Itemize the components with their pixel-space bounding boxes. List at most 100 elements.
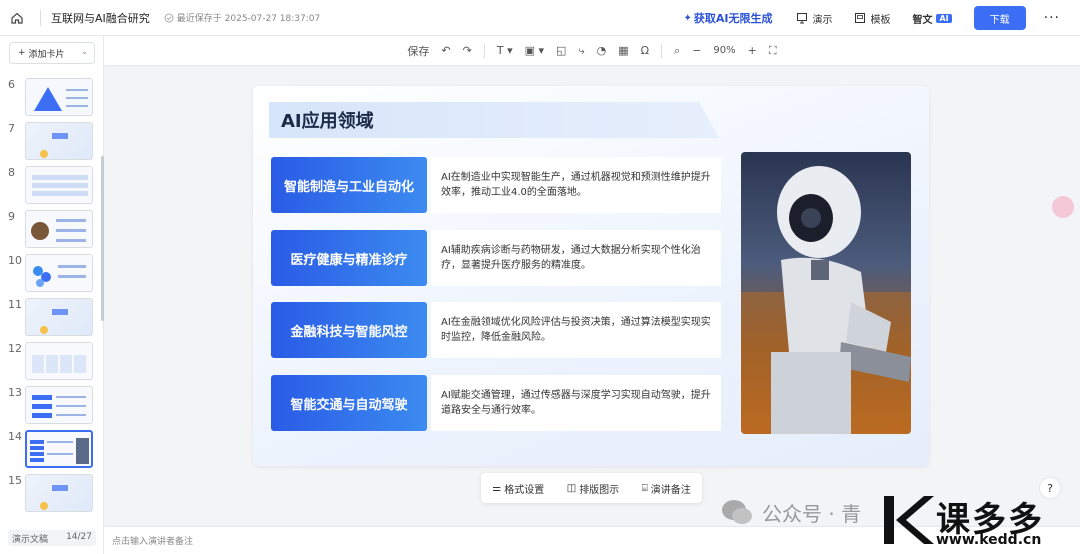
chart-tool-icon[interactable]: ◔ (597, 44, 607, 57)
notes-icon: ⌸ (641, 482, 648, 494)
slide-thumbnail[interactable]: 13 (0, 386, 100, 426)
field-description[interactable]: AI辅助疾病诊断与药物研发，通过大数据分析实现个性化治疗，显著提升医疗服务的精准… (431, 230, 721, 286)
thumbnail-image (25, 166, 93, 204)
thumbnail-image (25, 210, 93, 248)
slide-thumbnail[interactable]: 7 (0, 122, 100, 162)
slide-canvas[interactable]: AI应用领域 智能制造与工业自动化 AI在制造业中实现智能生产，通过机器视觉和预… (253, 86, 929, 466)
thumbnail-image (25, 474, 93, 512)
fit-screen-icon[interactable]: ⛶ (769, 44, 777, 58)
divider (483, 43, 485, 58)
assistant-float-icon[interactable] (1052, 196, 1074, 218)
slide-thumbnail[interactable]: 9 (0, 210, 100, 250)
slide-action-bar: ⚌ 格式设置 ◫ 排版图示 ⌸ 演讲备注 (481, 473, 702, 503)
layout-icon: ◫ (566, 482, 577, 494)
divider (661, 43, 663, 58)
slide-number: 6 (8, 78, 15, 91)
templates-button[interactable]: 模板 (854, 11, 890, 26)
field-label-box[interactable]: 智能交通与自动驾驶 (271, 375, 427, 431)
format-settings-button[interactable]: ⚌ 格式设置 (492, 481, 544, 496)
slide-number: 10 (8, 254, 22, 267)
image-tool-icon[interactable]: ▣ ▾ (525, 44, 544, 57)
template-icon (855, 13, 866, 23)
layout-diagram-label: 排版图示 (579, 484, 620, 496)
ai-generate-label: 获取AI无限生成 (693, 12, 773, 25)
download-button[interactable]: 下载 (973, 6, 1026, 30)
field-description[interactable]: AI在制造业中实现智能生产，通过机器视觉和预测性维护提升效率，推动工业4.0的全… (431, 157, 721, 213)
ai-generate-button[interactable]: ✦ 获取AI无限生成 (683, 10, 772, 26)
sparkle-icon: ✦ (683, 12, 692, 24)
slide-number: 13 (8, 386, 22, 399)
undo-icon[interactable]: ↶ (441, 44, 450, 57)
slide-thumbnail[interactable]: 12 (0, 342, 100, 382)
watermark-text: 公众号 · 青 (762, 501, 862, 526)
wechat-icon (722, 500, 752, 524)
save-status: 最近保存于 2025-07-27 18:37:07 (164, 11, 320, 24)
slide-thumbnail-active[interactable]: 14 (0, 430, 100, 470)
slide-number: 9 (8, 210, 15, 223)
save-button[interactable]: 保存 (407, 43, 429, 59)
field-label-box[interactable]: 医疗健康与精准诊疗 (271, 230, 427, 286)
field-label-box[interactable]: 金融科技与智能风控 (271, 302, 427, 358)
plus-icon: + (18, 48, 26, 58)
brand-logo: 课多多 www.kedd.cn (880, 492, 1076, 550)
check-circle-icon (164, 13, 174, 22)
field-label-box[interactable]: 智能制造与工业自动化 (271, 157, 427, 213)
slide-number: 7 (8, 122, 15, 135)
table-tool-icon[interactable]: ▦ (618, 44, 628, 57)
slide-thumbnail[interactable]: 10 (0, 254, 100, 294)
slide-number: 14 (8, 430, 22, 443)
connector-tool-icon[interactable]: ⤷ (578, 44, 584, 58)
topbar-actions: ✦ 获取AI无限生成 演示 模板 智文 AI 下载 ··· (683, 0, 1080, 36)
field-description-text: AI赋能交通管理，通过传感器与深度学习实现自动驾驶，提升道路安全与通行效率。 (441, 390, 711, 416)
add-card-label: 添加卡片 (28, 49, 65, 60)
slide-thumbnail[interactable]: 8 (0, 166, 100, 206)
zoom-out-icon[interactable]: − (692, 44, 701, 57)
text-tool-icon[interactable]: T ▾ (497, 44, 513, 57)
templates-label: 模板 (870, 14, 891, 26)
robot-image[interactable] (741, 152, 911, 434)
slide-number: 15 (8, 474, 22, 487)
add-card-button[interactable]: + 添加卡片 ⌄ (9, 42, 95, 64)
redo-icon[interactable]: ↷ (463, 44, 472, 57)
shape-tool-icon[interactable]: ◱ (556, 44, 566, 57)
presentation-icon (797, 13, 808, 24)
thumbnail-image (25, 254, 93, 292)
top-bar: 互联网与AI融合研究 最近保存于 2025-07-27 18:37:07 ✦ 获… (0, 0, 1080, 36)
slide-number: 8 (8, 166, 15, 179)
document-title[interactable]: 互联网与AI融合研究 (51, 10, 150, 26)
thumbnail-image (25, 386, 93, 424)
format-settings-label: 格式设置 (504, 484, 545, 496)
smart-doc-label: 智文 (912, 14, 933, 26)
divider (40, 9, 41, 26)
field-description-text: AI辅助疾病诊断与药物研发，通过大数据分析实现个性化治疗，显著提升医疗服务的精准… (441, 245, 701, 271)
smart-doc-button[interactable]: 智文 AI (912, 11, 952, 26)
speaker-notes-button[interactable]: ⌸ 演讲备注 (642, 481, 691, 496)
thumbnail-image (25, 78, 93, 116)
field-description[interactable]: AI赋能交通管理，通过传感器与深度学习实现自动驾驶，提升道路安全与通行效率。 (431, 375, 721, 431)
zoom-in-icon[interactable]: + (748, 44, 757, 57)
slide-thumbnail[interactable]: 11 (0, 298, 100, 338)
speaker-notes-label: 演讲备注 (650, 484, 691, 496)
slide-thumbnail[interactable]: 15 (0, 474, 100, 514)
sidebar-scrollbar[interactable] (101, 156, 104, 321)
search-icon[interactable]: ⌕ (674, 44, 680, 58)
layout-diagram-button[interactable]: ◫ 排版图示 (567, 481, 619, 496)
field-description[interactable]: AI在金融领域优化风险评估与投资决策，通过算法模型实现实时监控，降低金融风险。 (431, 302, 721, 358)
present-button[interactable]: 演示 (796, 11, 832, 26)
field-description-text: AI在金融领域优化风险评估与投资决策，通过算法模型实现实时监控，降低金融风险。 (441, 317, 711, 343)
slide-title[interactable]: AI应用领域 (281, 107, 374, 133)
sidebar-footer: 演示文稿 14/27 (8, 530, 96, 546)
thumbnail-image (25, 342, 93, 380)
editing-toolbar: 保存 ↶ ↷ T ▾ ▣ ▾ ◱ ⤷ ◔ ▦ Ω ⌕ − 90% + ⛶ (104, 36, 1080, 66)
slide-thumbnail[interactable]: 6 (0, 78, 100, 118)
zoom-level[interactable]: 90% (713, 45, 735, 56)
watermark: 公众号 · 青 (720, 490, 861, 534)
sliders-icon: ⚌ (492, 482, 502, 494)
slide-number: 12 (8, 342, 22, 355)
present-label: 演示 (812, 14, 833, 26)
symbol-tool-icon[interactable]: Ω (641, 44, 649, 57)
home-icon[interactable] (0, 1, 34, 35)
brand-url: www.kedd.cn (936, 532, 1042, 548)
more-menu-button[interactable]: ··· (1044, 10, 1060, 26)
slide-sidebar: + 添加卡片 ⌄ 6 7 8 9 10 11 12 13 14 15 演示文稿 … (0, 36, 104, 554)
